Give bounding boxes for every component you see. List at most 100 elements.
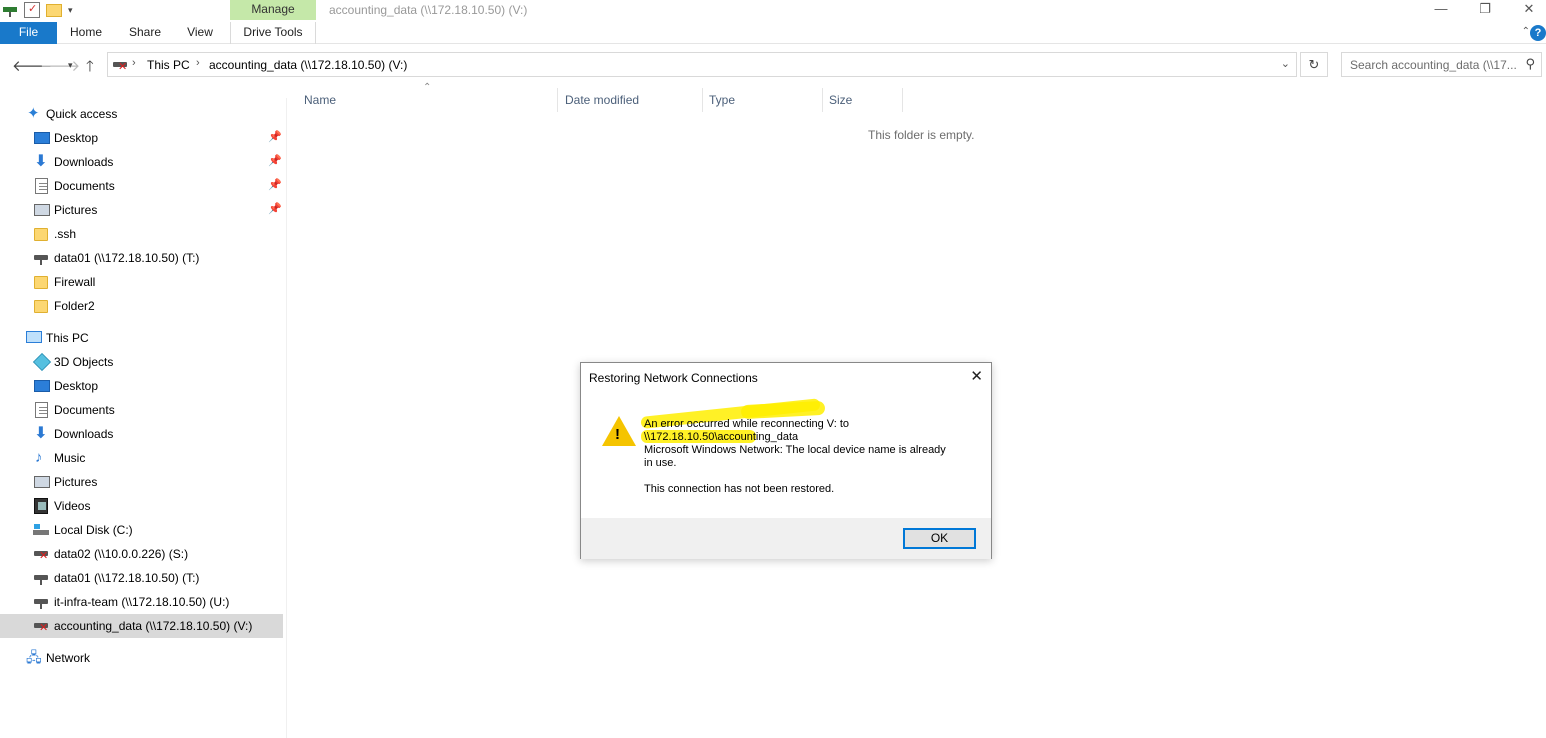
column-separator[interactable] xyxy=(702,88,703,112)
nav-label: Desktop xyxy=(54,379,99,393)
nav-pc-music[interactable]: ♪ Music xyxy=(0,446,283,470)
nav-label: Desktop xyxy=(54,131,99,145)
title-bar: ✓ ▾ Manage accounting_data (\\172.18.10.… xyxy=(0,0,1546,22)
nav-pc-it-infra-team[interactable]: it-infra-team (\\172.18.10.50) (U:) xyxy=(0,590,283,614)
column-separator[interactable] xyxy=(822,88,823,112)
search-box[interactable]: Search accounting_data (\\17... ⚲ xyxy=(1341,52,1542,77)
nav-pc-documents[interactable]: Documents xyxy=(0,398,283,422)
this-pc-icon xyxy=(26,331,42,343)
column-separator[interactable] xyxy=(902,88,903,112)
document-icon xyxy=(35,178,48,194)
ok-button[interactable]: OK xyxy=(903,528,976,549)
disconnected-drive-icon xyxy=(112,57,128,73)
customize-toolbar-icon[interactable]: ▾ xyxy=(68,5,73,16)
nav-this-pc[interactable]: This PC xyxy=(0,326,283,350)
nav-label: Pictures xyxy=(54,203,98,217)
nav-qa-desktop[interactable]: Desktop 📌 xyxy=(0,126,283,150)
nav-label: Documents xyxy=(54,403,115,417)
nav-qa-downloads[interactable]: ⬇ Downloads 📌 xyxy=(0,150,283,174)
nav-label: Folder2 xyxy=(54,299,95,313)
nav-pc-data02[interactable]: data02 (\\10.0.0.226) (S:) xyxy=(0,542,283,566)
breadcrumb-accounting-data[interactable]: accounting_data (\\172.18.10.50) (V:) xyxy=(209,58,407,72)
pin-icon[interactable]: 📌 xyxy=(268,154,282,167)
maximize-button[interactable]: ❐ xyxy=(1462,0,1508,20)
collapse-ribbon-icon[interactable]: ⌃ xyxy=(1522,26,1530,37)
dialog-message-line: Microsoft Windows Network: The local dev… xyxy=(644,444,946,456)
dialog-message-line: in use. xyxy=(644,457,677,469)
nav-label: Downloads xyxy=(54,427,114,441)
restoring-connections-dialog: Restoring Network Connections ✕ ! An err… xyxy=(580,362,992,559)
nav-label: 3D Objects xyxy=(54,355,114,369)
nav-pc-pictures[interactable]: Pictures xyxy=(0,470,283,494)
new-folder-icon[interactable] xyxy=(46,3,62,17)
minimize-button[interactable]: — xyxy=(1418,0,1464,20)
column-header-type[interactable]: Type xyxy=(709,88,735,112)
breadcrumb-separator-icon[interactable]: › xyxy=(132,57,136,69)
up-button[interactable]: 🡑 xyxy=(86,56,94,81)
nav-qa-pictures[interactable]: Pictures 📌 xyxy=(0,198,283,222)
dialog-message-line: \\172.18.10.50\accounting_data xyxy=(644,431,799,443)
tab-view[interactable]: View xyxy=(176,22,224,44)
network-drive-icon xyxy=(33,594,49,610)
nav-qa-data01[interactable]: data01 (\\172.18.10.50) (T:) xyxy=(0,246,283,270)
nav-label: Documents xyxy=(54,179,115,193)
nav-pc-accounting-data[interactable]: accounting_data (\\172.18.10.50) (V:) xyxy=(0,614,283,638)
pin-icon[interactable]: 📌 xyxy=(268,178,282,191)
tab-manage[interactable]: Manage xyxy=(230,0,316,20)
pictures-icon xyxy=(34,204,50,216)
dialog-close-button[interactable]: ✕ xyxy=(970,367,983,385)
nav-label: Firewall xyxy=(54,275,96,289)
nav-pc-downloads[interactable]: ⬇ Downloads xyxy=(0,422,283,446)
nav-pc-desktop[interactable]: Desktop xyxy=(0,374,283,398)
column-header-name[interactable]: Name xyxy=(304,88,336,112)
disconnected-drive-icon xyxy=(33,618,49,634)
address-row: 🡐 🡒 ▾ 🡑 › This PC › accounting_data (\\1… xyxy=(0,48,1546,82)
download-icon: ⬇ xyxy=(34,153,48,170)
nav-pc-data01[interactable]: data01 (\\172.18.10.50) (T:) xyxy=(0,566,283,590)
warning-exclamation-icon: ! xyxy=(615,426,620,443)
tab-share[interactable]: Share xyxy=(119,22,171,44)
nav-quick-access[interactable]: ✦ Quick access xyxy=(0,102,283,126)
dialog-message-line: An error occurred while reconnecting V: … xyxy=(644,418,850,430)
nav-qa-folder2[interactable]: Folder2 xyxy=(0,294,283,318)
nav-qa-ssh[interactable]: .ssh xyxy=(0,222,283,246)
recent-locations-button[interactable]: ▾ xyxy=(68,60,73,71)
nav-network[interactable]: 🖧 Network xyxy=(0,646,283,670)
forward-button[interactable]: 🡒 xyxy=(40,56,80,75)
pictures-icon xyxy=(34,476,50,488)
help-icon[interactable]: ? xyxy=(1530,25,1546,41)
nav-pc-3d-objects[interactable]: 3D Objects xyxy=(0,350,283,374)
pin-icon[interactable]: 📌 xyxy=(268,202,282,215)
sort-ascending-icon: ⌃ xyxy=(423,82,432,93)
address-dropdown-icon[interactable]: ⌄ xyxy=(1281,57,1290,70)
network-drive-icon[interactable] xyxy=(2,2,18,18)
folder-icon xyxy=(34,228,48,241)
column-header-date-modified[interactable]: Date modified xyxy=(565,88,639,112)
column-separator[interactable] xyxy=(557,88,558,112)
disconnected-drive-icon xyxy=(33,546,49,562)
refresh-button[interactable]: ↻ xyxy=(1300,52,1328,77)
pin-icon[interactable]: 📌 xyxy=(268,130,282,143)
properties-icon[interactable]: ✓ xyxy=(24,2,40,18)
nav-label: data01 (\\172.18.10.50) (T:) xyxy=(54,571,200,585)
column-header-size[interactable]: Size xyxy=(829,88,852,112)
tab-drive-tools[interactable]: Drive Tools xyxy=(230,22,316,44)
quick-access-toolbar: ✓ ▾ xyxy=(2,2,73,18)
tab-home[interactable]: Home xyxy=(60,22,112,44)
close-button[interactable]: ✕ xyxy=(1506,0,1546,20)
download-icon: ⬇ xyxy=(34,425,48,442)
nav-qa-firewall[interactable]: Firewall xyxy=(0,270,283,294)
videos-icon xyxy=(34,498,48,514)
dialog-message: An error occurred while reconnecting V: … xyxy=(644,418,974,470)
address-bar[interactable]: › This PC › accounting_data (\\172.18.10… xyxy=(107,52,1297,77)
breadcrumb-separator-icon[interactable]: › xyxy=(196,57,200,69)
dialog-title: Restoring Network Connections xyxy=(589,371,758,385)
nav-pc-local-disk[interactable]: Local Disk (C:) xyxy=(0,518,283,542)
nav-qa-documents[interactable]: Documents 📌 xyxy=(0,174,283,198)
breadcrumb-this-pc[interactable]: This PC xyxy=(147,58,190,72)
search-input[interactable]: Search accounting_data (\\17... xyxy=(1350,58,1520,72)
music-icon: ♪ xyxy=(35,449,43,466)
nav-pc-videos[interactable]: Videos xyxy=(0,494,283,518)
nav-label: Downloads xyxy=(54,155,114,169)
tab-file[interactable]: File xyxy=(0,22,57,44)
